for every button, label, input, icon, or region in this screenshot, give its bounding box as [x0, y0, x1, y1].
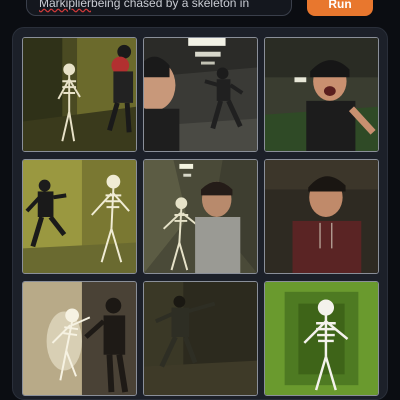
generated-image-5[interactable] [143, 159, 258, 274]
run-button[interactable]: Run [307, 0, 373, 16]
image-8-art [144, 282, 257, 395]
image-3-art [265, 38, 378, 151]
generated-image-8[interactable] [143, 281, 258, 396]
image-1-art [23, 38, 136, 151]
image-9-art [265, 282, 378, 395]
generated-image-1[interactable] [22, 37, 137, 152]
image-7-art [23, 282, 136, 395]
generated-image-7[interactable] [22, 281, 137, 396]
image-grid [22, 37, 379, 396]
generated-image-6[interactable] [264, 159, 379, 274]
prompt-text: being chased by a skeleton in [91, 0, 250, 10]
top-bar: Markiplier being chased by a skeleton in… [0, 0, 400, 26]
results-panel [12, 27, 388, 400]
image-5-art [144, 160, 257, 273]
prompt-input[interactable]: Markiplier being chased by a skeleton in [26, 0, 292, 16]
prompt-text-misspelled: Markiplier [39, 0, 92, 10]
image-2-art [144, 38, 257, 151]
image-6-art [265, 160, 378, 273]
generated-image-2[interactable] [143, 37, 258, 152]
generated-image-3[interactable] [264, 37, 379, 152]
image-4-art [23, 160, 136, 273]
generated-image-4[interactable] [22, 159, 137, 274]
generated-image-9[interactable] [264, 281, 379, 396]
